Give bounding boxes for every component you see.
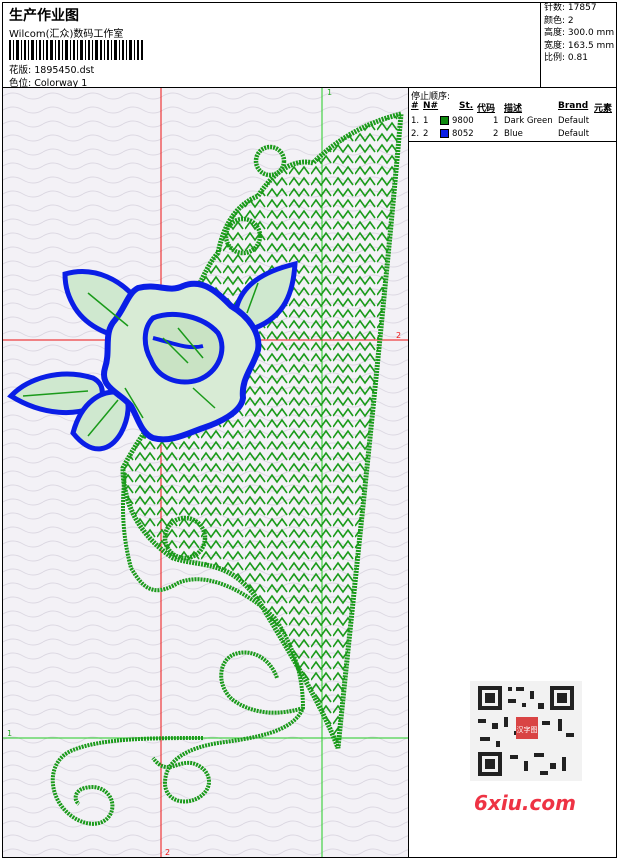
- design-line: 花版: 1895450.dst: [9, 62, 94, 76]
- stat-scale: 比例: 0.81: [544, 53, 588, 63]
- col-brand: Brand: [558, 101, 589, 111]
- company-name: Wilcom(汇众)数码工作室: [9, 29, 124, 40]
- stats-panel: 针数: 17857 颜色: 2 高度: 300.0 mm 宽度: 163.5 m…: [540, 2, 617, 88]
- guide-label-green-left: 1: [7, 729, 12, 738]
- barcode: [9, 40, 143, 60]
- stat-colors: 颜色: 2: [544, 15, 574, 26]
- design-canvas[interactable]: 1 1 2 2: [3, 88, 409, 857]
- guide-label-red-right: 2: [396, 331, 401, 340]
- col-element: 元素: [594, 104, 613, 114]
- header-panel: 生产作业图 Wilcom(汇众)数码工作室 花版: 1895450.dst 色位…: [2, 2, 617, 89]
- svg-text:汉字图: 汉字图: [517, 725, 538, 734]
- col-index: #: [411, 101, 419, 111]
- stat-height: 高度: 300.0 mm: [544, 28, 615, 38]
- stat-stitches: 针数: 17857: [544, 3, 597, 13]
- watermark-text: 6xiu.com: [474, 791, 576, 815]
- embroidery-design: 1 1 2 2: [3, 88, 408, 857]
- colorway-line: 色位: Colorway 1: [9, 75, 87, 89]
- page-title: 生产作业图: [9, 8, 79, 24]
- col-n: N#: [423, 101, 439, 111]
- flower-inner-petal: [142, 312, 225, 385]
- color-swatch-blue: [440, 129, 449, 138]
- col-st: St.: [459, 101, 474, 111]
- color-swatch-green: [440, 116, 449, 125]
- qr-code: 汉字图: [470, 681, 582, 781]
- stop-sequence-panel: 停止顺序: # N# St. 代码 描述 Brand 元素 1. 1 9800 …: [409, 88, 617, 142]
- col-code: 代码: [477, 104, 496, 114]
- stat-width: 宽度: 163.5 mm: [544, 40, 615, 51]
- guide-label-green-top: 1: [327, 88, 332, 97]
- col-desc: 描述: [504, 104, 523, 114]
- guide-label-red-bottom: 2: [165, 848, 170, 857]
